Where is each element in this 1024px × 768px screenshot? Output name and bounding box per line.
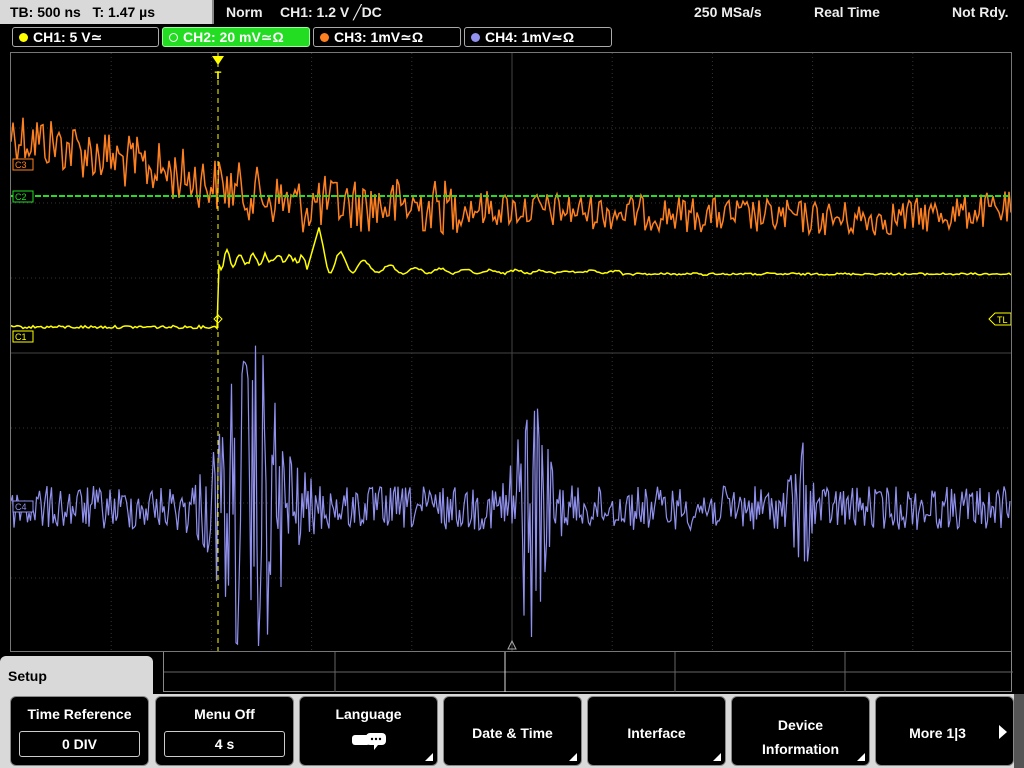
timebase-value: TB: 500 ns xyxy=(10,4,81,20)
channel-1-marker-label: C1 xyxy=(15,332,27,342)
menu-off-button[interactable]: Menu Off 4 s xyxy=(155,696,294,766)
waveform-display[interactable]: T C3 C2 C1 C4 TL xyxy=(10,52,1012,652)
trigger-source[interactable]: CH1: 1.2 V ╱DC xyxy=(280,0,382,24)
channel-3-trace xyxy=(11,117,1011,237)
channel-3-tab[interactable]: CH3: 1mV≃Ω xyxy=(313,27,461,47)
channel-4-label: CH4: 1mV≃Ω xyxy=(485,29,575,45)
menu-title: Setup xyxy=(0,656,153,696)
status-bar: TB: 500 ns T: 1.47 µs Norm CH1: 1.2 V ╱D… xyxy=(0,0,1024,24)
side-strip xyxy=(1014,694,1024,768)
channel-4-marker-label: C4 xyxy=(15,502,27,512)
channel-3-marker-label: C3 xyxy=(15,160,27,170)
channel-2-marker[interactable]: C2 xyxy=(12,190,34,203)
channel-4-tab[interactable]: CH4: 1mV≃Ω xyxy=(464,27,612,47)
zoom-overview-bar xyxy=(163,652,1013,692)
submenu-indicator-icon xyxy=(569,753,577,761)
time-reference-label: Time Reference xyxy=(27,706,132,722)
language-button[interactable]: Language xyxy=(299,696,438,766)
device-information-label: Device Information xyxy=(762,717,839,757)
channel-1-marker[interactable]: C1 xyxy=(12,330,34,343)
more-button[interactable]: More 1|3 xyxy=(875,696,1014,766)
waveform-canvas: T C3 C2 C1 C4 TL xyxy=(11,53,1011,651)
acquisition-mode: Real Time xyxy=(814,4,880,20)
channel-tabs: CH1: 5 V≃ CH2: 20 mV≃Ω CH3: 1mV≃Ω CH4: 1… xyxy=(0,25,1024,49)
menu-off-value: 4 s xyxy=(164,731,285,757)
interface-button[interactable]: Interface xyxy=(587,696,726,766)
channel-2-color-icon xyxy=(169,33,178,42)
submenu-indicator-icon xyxy=(425,753,433,761)
trigger-marker-label: T xyxy=(215,70,222,82)
graticule xyxy=(11,53,1011,651)
device-information-button[interactable]: Device Information xyxy=(731,696,870,766)
timebase-readout[interactable]: TB: 500 ns T: 1.47 µs xyxy=(0,0,214,24)
channel-1-tab[interactable]: CH1: 5 V≃ xyxy=(12,27,159,47)
time-reference-button[interactable]: Time Reference 0 DIV xyxy=(10,696,149,766)
submenu-indicator-icon xyxy=(857,753,865,761)
trigger-level-marker[interactable]: TL xyxy=(988,312,1011,326)
date-time-label: Date & Time xyxy=(472,725,553,741)
interface-label: Interface xyxy=(627,725,686,741)
trigger-marker-icon[interactable]: T xyxy=(212,56,224,82)
acquisition-state: Not Rdy. xyxy=(952,4,1009,20)
sample-rate: 250 MSa/s xyxy=(694,4,762,20)
more-label: More 1|3 xyxy=(909,725,966,741)
submenu-indicator-icon xyxy=(713,753,721,761)
date-time-button[interactable]: Date & Time xyxy=(443,696,582,766)
channel-1-color-icon xyxy=(19,33,28,42)
speech-bubble-icon xyxy=(352,733,386,750)
channel-1-label: CH1: 5 V≃ xyxy=(33,29,103,45)
channel-3-marker[interactable]: C3 xyxy=(12,158,34,171)
channel-2-tab[interactable]: CH2: 20 mV≃Ω xyxy=(162,27,310,47)
menu-title-label: Setup xyxy=(8,668,47,684)
time-reference-value: 0 DIV xyxy=(19,731,140,757)
overview-scale xyxy=(164,652,1013,692)
channel-2-marker-label: C2 xyxy=(15,192,27,202)
language-label: Language xyxy=(335,706,402,722)
trigger-mode[interactable]: Norm xyxy=(226,0,263,24)
next-page-icon xyxy=(999,725,1007,739)
channel-3-label: CH3: 1mV≃Ω xyxy=(334,29,424,45)
channel-4-marker[interactable]: C4 xyxy=(12,500,34,513)
channel-2-label: CH2: 20 mV≃Ω xyxy=(183,29,284,45)
soft-key-bar: Time Reference 0 DIV Menu Off 4 s Langua… xyxy=(0,694,1024,768)
channel-3-color-icon xyxy=(320,33,329,42)
channel-4-trace xyxy=(11,345,1011,647)
trigger-level-label: TL xyxy=(997,315,1008,325)
menu-off-label: Menu Off xyxy=(194,706,255,722)
trigger-position-value: T: 1.47 µs xyxy=(92,4,156,20)
channel-4-color-icon xyxy=(471,33,480,42)
